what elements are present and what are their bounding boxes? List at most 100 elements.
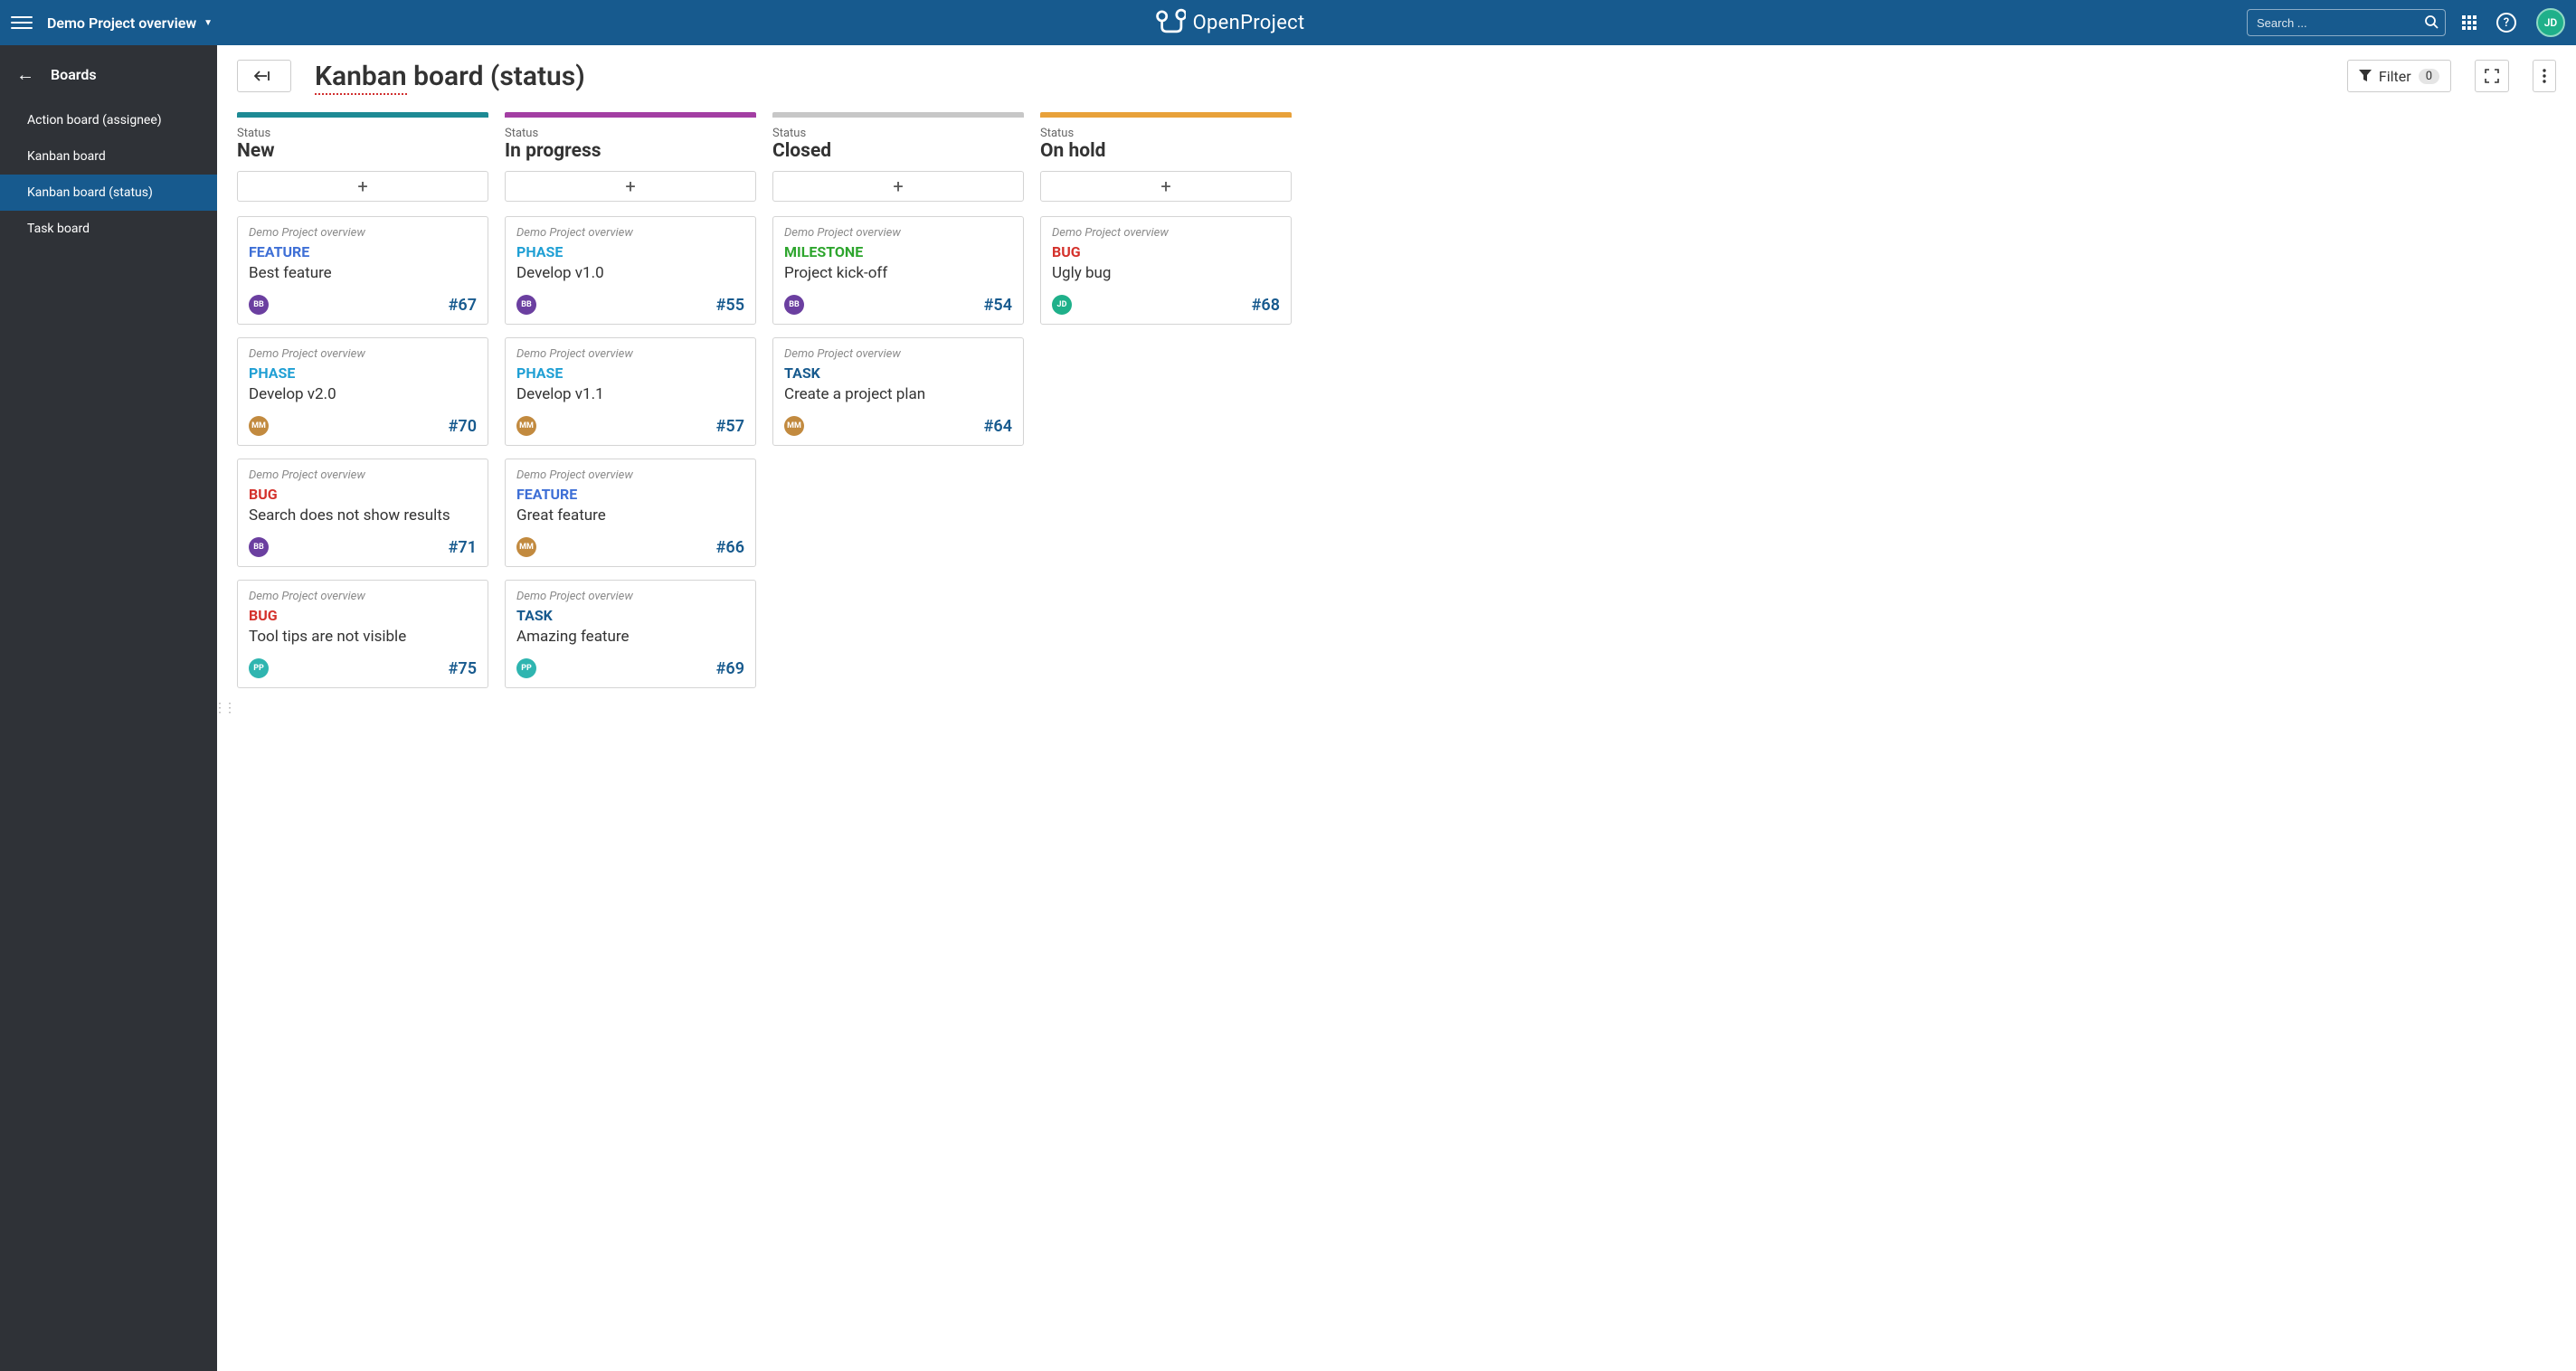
search-box: [2247, 9, 2446, 36]
back-button[interactable]: [237, 60, 291, 92]
card-subject: Amazing feature: [516, 628, 744, 646]
column-color-bar: [505, 112, 756, 118]
assignee-avatar[interactable]: MM: [249, 416, 269, 436]
back-arrow-icon[interactable]: ←: [16, 63, 34, 86]
card-id[interactable]: #69: [716, 659, 744, 678]
column-title[interactable]: Closed: [772, 140, 1024, 162]
card-project: Demo Project overview: [516, 226, 744, 240]
assignee-avatar[interactable]: MM: [784, 416, 804, 436]
column-status-label: Status: [1040, 127, 1292, 140]
assignee-avatar[interactable]: JD: [1052, 295, 1072, 315]
card-project: Demo Project overview: [249, 347, 477, 361]
card-type: BUG: [249, 607, 477, 624]
column-status-label: Status: [772, 127, 1024, 140]
work-package-card[interactable]: Demo Project overviewBUGSearch does not …: [237, 459, 488, 567]
add-card-button[interactable]: +: [505, 171, 756, 202]
card-footer: MM #64: [784, 416, 1012, 436]
card-id[interactable]: #55: [716, 296, 744, 315]
sidebar-item[interactable]: Action board (assignee): [0, 102, 217, 138]
assignee-avatar[interactable]: MM: [516, 416, 536, 436]
card-project: Demo Project overview: [784, 226, 1012, 240]
top-nav: Demo Project overview ▼ OpenProject ? JD: [0, 0, 2576, 45]
assignee-avatar[interactable]: PP: [249, 658, 269, 678]
card-id[interactable]: #70: [449, 417, 477, 436]
sidebar-item[interactable]: Task board: [0, 211, 217, 247]
card-footer: BB #71: [249, 537, 477, 557]
work-package-card[interactable]: Demo Project overviewPHASEDevelop v2.0MM…: [237, 337, 488, 446]
search-input[interactable]: [2247, 9, 2446, 36]
assignee-avatar[interactable]: BB: [249, 295, 269, 315]
card-type: BUG: [249, 486, 477, 503]
logo-text: OpenProject: [1193, 12, 1305, 34]
sidebar-resize-handle[interactable]: ⋮⋮: [213, 701, 233, 715]
main-content: Kanban board (status) Filter 0 StatusNew…: [217, 45, 2576, 1371]
card-id[interactable]: #67: [449, 296, 477, 315]
card-subject: Develop v1.0: [516, 264, 744, 282]
card-subject: Ugly bug: [1052, 264, 1280, 282]
assignee-avatar[interactable]: BB: [249, 537, 269, 557]
add-card-button[interactable]: +: [237, 171, 488, 202]
project-selector[interactable]: Demo Project overview ▼: [47, 14, 213, 32]
sidebar: ← Boards Action board (assignee)Kanban b…: [0, 45, 217, 1371]
search-icon[interactable]: [2424, 14, 2439, 33]
card-id[interactable]: #66: [716, 538, 744, 557]
help-icon[interactable]: ?: [2496, 13, 2516, 33]
plus-icon: +: [357, 175, 367, 197]
fullscreen-button[interactable]: [2475, 60, 2509, 92]
work-package-card[interactable]: Demo Project overviewTASKCreate a projec…: [772, 337, 1024, 446]
column-title[interactable]: On hold: [1040, 140, 1292, 162]
expand-icon: [2485, 69, 2499, 83]
card-id[interactable]: #57: [716, 417, 744, 436]
card-footer: BB #55: [516, 295, 744, 315]
more-button[interactable]: [2533, 60, 2556, 92]
card-project: Demo Project overview: [784, 347, 1012, 361]
column-title[interactable]: New: [237, 140, 488, 162]
board-column: StatusClosed + Demo Project overviewMILEST…: [772, 112, 1024, 459]
board-column: StatusIn progress+Demo Project overviewP…: [505, 112, 756, 701]
page-title-rest: board (status): [407, 61, 585, 92]
work-package-card[interactable]: Demo Project overviewFEATUREGreat featur…: [505, 459, 756, 567]
work-package-card[interactable]: Demo Project overviewBUGTool tips are no…: [237, 580, 488, 688]
card-type: TASK: [784, 364, 1012, 382]
card-footer: PP #75: [249, 658, 477, 678]
page-title[interactable]: Kanban board (status): [315, 61, 585, 92]
card-type: PHASE: [516, 364, 744, 382]
plus-icon: +: [625, 175, 635, 197]
card-id[interactable]: #54: [984, 296, 1012, 315]
work-package-card[interactable]: Demo Project overviewPHASEDevelop v1.0BB…: [505, 216, 756, 325]
card-id[interactable]: #64: [984, 417, 1012, 436]
logo[interactable]: OpenProject: [213, 8, 2247, 37]
sidebar-item[interactable]: Kanban board: [0, 138, 217, 175]
work-package-card[interactable]: Demo Project overviewPHASEDevelop v1.1MM…: [505, 337, 756, 446]
work-package-card[interactable]: Demo Project overviewBUGUgly bugJD#68: [1040, 216, 1292, 325]
kebab-icon: [2543, 69, 2546, 83]
column-status-label: Status: [237, 127, 488, 140]
sidebar-item[interactable]: Kanban board (status): [0, 175, 217, 211]
kanban-board: StatusNew+Demo Project overviewFEATUREBe…: [237, 112, 2556, 701]
add-card-button[interactable]: +: [1040, 171, 1292, 202]
sidebar-list: Action board (assignee)Kanban boardKanba…: [0, 102, 217, 247]
card-id[interactable]: #71: [449, 538, 477, 557]
menu-icon[interactable]: [11, 12, 33, 33]
add-card-button[interactable]: +: [772, 171, 1024, 202]
card-id[interactable]: #68: [1252, 296, 1280, 315]
column-title[interactable]: In progress: [505, 140, 756, 162]
card-footer: MM #70: [249, 416, 477, 436]
work-package-card[interactable]: Demo Project overviewMILESTONEProject ki…: [772, 216, 1024, 325]
assignee-avatar[interactable]: MM: [516, 537, 536, 557]
work-package-card[interactable]: Demo Project overviewTASKAmazing feature…: [505, 580, 756, 688]
card-subject: Develop v2.0: [249, 385, 477, 403]
modules-icon[interactable]: [2462, 15, 2477, 30]
assignee-avatar[interactable]: BB: [516, 295, 536, 315]
work-package-card[interactable]: Demo Project overviewFEATUREBest feature…: [237, 216, 488, 325]
assignee-avatar[interactable]: BB: [784, 295, 804, 315]
filter-button[interactable]: Filter 0: [2347, 60, 2451, 92]
card-project: Demo Project overview: [249, 226, 477, 240]
card-id[interactable]: #75: [449, 659, 477, 678]
card-project: Demo Project overview: [516, 590, 744, 603]
card-footer: MM #57: [516, 416, 744, 436]
card-subject: Best feature: [249, 264, 477, 282]
user-avatar[interactable]: JD: [2536, 8, 2565, 37]
openproject-logo-icon: [1155, 8, 1186, 37]
assignee-avatar[interactable]: PP: [516, 658, 536, 678]
